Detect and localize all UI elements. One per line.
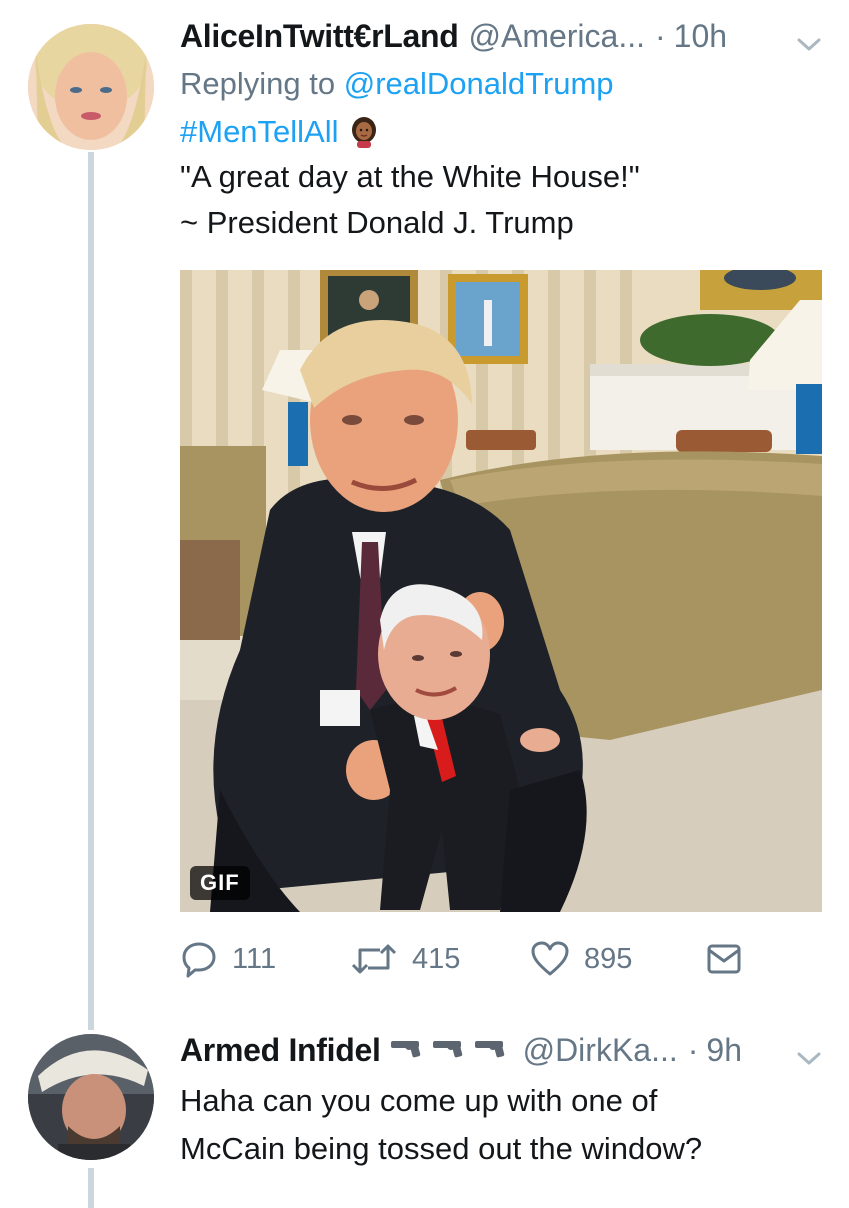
replying-mention-link[interactable]: @realDonaldTrump — [344, 66, 614, 101]
tweet-text-line: ~ President Donald J. Trump — [180, 205, 574, 240]
like-count: 895 — [584, 942, 633, 975]
direct-message-button[interactable] — [706, 942, 756, 976]
thread-connector-line-bottom — [88, 1168, 94, 1208]
replying-label: Replying to — [180, 66, 336, 101]
reply-button[interactable]: 111 — [180, 940, 276, 978]
timestamp[interactable]: 10h — [674, 18, 727, 55]
gif-image — [180, 270, 822, 912]
separator-dot: · — [687, 1032, 699, 1068]
tweet-header: AliceInTwitt€rLand @America... · 10h — [180, 18, 829, 62]
chevron-down-icon[interactable] — [795, 1046, 823, 1070]
woman-emoji-icon — [351, 117, 376, 148]
separator-dot: · — [655, 18, 666, 54]
tweet-header: Armed Infidel @DirkKa... · 9h — [180, 1032, 829, 1076]
thread-connector-line — [88, 152, 94, 1030]
avatar-image — [28, 1034, 154, 1160]
revolver-emoji-icon — [390, 1041, 504, 1058]
retweet-button[interactable]: 415 — [350, 940, 460, 978]
chevron-down-icon[interactable] — [795, 32, 823, 56]
reply-icon — [182, 942, 216, 978]
revolver-emojis — [389, 1035, 513, 1061]
like-button[interactable]: 895 — [530, 940, 632, 978]
display-name[interactable]: Armed Infidel — [180, 1032, 381, 1069]
heart-icon — [531, 941, 569, 976]
avatar[interactable] — [28, 24, 154, 150]
user-handle[interactable]: @America... — [468, 18, 645, 55]
tweet[interactable]: Armed Infidel @DirkKa... · 9h Haha can y… — [180, 1032, 829, 1172]
retweet-count: 415 — [412, 942, 461, 975]
avatar-image — [28, 24, 154, 150]
display-name[interactable]: AliceInTwitt€rLand — [180, 18, 459, 55]
tweet-text-line: "A great day at the White House!" — [180, 159, 640, 194]
tweet-action-bar: 111 415 895 — [180, 936, 820, 986]
retweet-icon — [351, 944, 397, 974]
tweet-text-line: McCain being tossed out the window? — [180, 1131, 703, 1166]
gif-badge: GIF — [190, 866, 250, 900]
avatar[interactable] — [28, 1034, 154, 1160]
reply-count: 111 — [232, 942, 277, 975]
replying-to: Replying to @realDonaldTrump — [180, 66, 829, 110]
envelope-icon — [707, 944, 741, 974]
timestamp[interactable]: 9h — [706, 1032, 742, 1069]
hashtag-line: #MenTellAll — [180, 110, 829, 154]
hashtag-link[interactable]: #MenTellAll — [180, 114, 339, 150]
tweet-media-gif[interactable]: GIF — [180, 270, 822, 912]
tweet[interactable]: AliceInTwitt€rLand @America... · 10h Rep… — [180, 18, 829, 246]
tweet-text-line: Haha can you come up with one of — [180, 1083, 658, 1118]
user-handle[interactable]: @DirkKa... — [523, 1032, 678, 1069]
